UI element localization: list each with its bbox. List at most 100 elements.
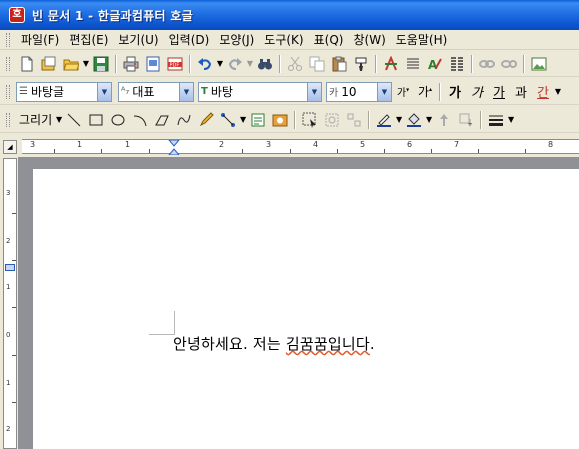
font-dropdown-button[interactable]: ▼: [307, 82, 321, 101]
font-color-dropdown-arrow[interactable]: ▼: [554, 87, 562, 96]
ellipse-tool-icon[interactable]: [107, 109, 129, 131]
language-value: 대표: [132, 85, 155, 99]
char-shape-icon[interactable]: A: [424, 53, 446, 75]
menu-tools[interactable]: 도구(K): [259, 31, 308, 49]
select-objects-icon[interactable]: [299, 109, 321, 131]
strikeout-button[interactable]: 과: [510, 82, 532, 101]
copy-icon[interactable]: [306, 53, 328, 75]
toolbar-grip[interactable]: [6, 84, 10, 99]
menu-help[interactable]: 도움말(H): [391, 31, 453, 49]
ruler-tick: [478, 149, 479, 153]
save-icon[interactable]: [90, 53, 112, 75]
vertical-ruler[interactable]: 3 2 1 0 1 2: [3, 158, 17, 449]
increase-font-size-icon[interactable]: 가▴: [414, 81, 436, 103]
columns-icon[interactable]: [446, 53, 468, 75]
style-list-icon: ☰: [19, 86, 28, 97]
document-text[interactable]: 안녕하세요. 저는 김꿈꿈입니다.: [173, 333, 375, 354]
font-size-combobox[interactable]: 카 10 ▼: [326, 81, 392, 102]
menu-edit[interactable]: 편집(E): [64, 31, 113, 49]
document-page[interactable]: 안녕하세요. 저는 김꿈꿈입니다.: [33, 169, 579, 449]
fill-color-dropdown-arrow[interactable]: ▼: [425, 115, 433, 124]
line-color-dropdown-arrow[interactable]: ▼: [395, 115, 403, 124]
ruler-tick: [525, 149, 526, 153]
link-icon[interactable]: [476, 53, 498, 75]
menu-table[interactable]: 표(Q): [309, 31, 349, 49]
truetype-font-icon: T: [201, 86, 208, 97]
menu-grip[interactable]: [6, 32, 10, 47]
bold-button[interactable]: 가: [444, 82, 466, 101]
line-style-dropdown-arrow[interactable]: ▼: [507, 115, 515, 124]
spellcheck-error-text[interactable]: 김꿈꿈입니다: [286, 335, 370, 353]
ruler-mark: 5: [360, 140, 366, 149]
draw-menu-button[interactable]: 그리기: [16, 111, 55, 128]
style-icon[interactable]: [380, 53, 402, 75]
font-color-button[interactable]: 간: [532, 82, 554, 101]
top-margin-marker[interactable]: [5, 264, 15, 271]
open-folder-icon[interactable]: [60, 53, 82, 75]
arc-tool-icon[interactable]: [129, 109, 151, 131]
toolbar-separator: [439, 82, 441, 101]
unlink-icon[interactable]: [498, 53, 520, 75]
ruler-mark: 3: [30, 140, 36, 149]
group-objects-icon[interactable]: [321, 109, 343, 131]
rectangle-tool-icon[interactable]: [85, 109, 107, 131]
polygon-tool-icon[interactable]: [151, 109, 173, 131]
cut-icon[interactable]: [284, 53, 306, 75]
find-binoculars-icon[interactable]: [254, 53, 276, 75]
textbox-tool-icon[interactable]: [247, 109, 269, 131]
ruler-tick: [242, 149, 243, 153]
paste-icon[interactable]: [328, 53, 350, 75]
toolbar-grip[interactable]: [6, 112, 10, 127]
pdf-icon[interactable]: PDF: [164, 53, 186, 75]
hwp-app-icon[interactable]: 호: [9, 7, 25, 23]
language-combobox[interactable]: ᴬ₇ 대표 ▼: [118, 81, 194, 102]
menu-insert[interactable]: 입력(D): [164, 31, 215, 49]
undo-dropdown-arrow[interactable]: ▼: [216, 59, 224, 68]
svg-text:PDF: PDF: [170, 62, 180, 68]
ruler-toggle-icon[interactable]: ◢: [3, 140, 17, 154]
pencil-tool-icon[interactable]: [195, 109, 217, 131]
bring-forward-icon[interactable]: [433, 109, 455, 131]
send-backward-icon[interactable]: [455, 109, 477, 131]
toolbar-grip[interactable]: [6, 56, 10, 71]
format-painter-icon[interactable]: [350, 53, 372, 75]
formatting-toolbar: ☰ 바탕글 ▼ ᴬ₇ 대표 ▼ T 바탕 ▼ 카 10 ▼ 가▾ 가▴ 가 가 …: [0, 79, 579, 105]
style-dropdown-button[interactable]: ▼: [97, 82, 111, 101]
indent-marker-icon[interactable]: [168, 140, 180, 155]
horizontal-ruler[interactable]: 3 1 1 2 3 4 5 6 7 8: [22, 139, 579, 155]
font-combobox[interactable]: T 바탕 ▼: [198, 81, 322, 102]
font-size-dropdown-button[interactable]: ▼: [377, 82, 391, 101]
decrease-font-size-icon[interactable]: 가▾: [392, 81, 414, 103]
line-color-icon[interactable]: [373, 109, 395, 131]
new-document-icon[interactable]: [16, 53, 38, 75]
paragraph-shape-icon[interactable]: [402, 53, 424, 75]
font-size-icon: 카: [329, 88, 339, 99]
draw-menu-dropdown-arrow[interactable]: ▼: [55, 115, 63, 124]
ungroup-objects-icon[interactable]: [343, 109, 365, 131]
connector-dropdown-arrow[interactable]: ▼: [239, 115, 247, 124]
line-style-icon[interactable]: [485, 109, 507, 131]
menu-view[interactable]: 보기(U): [113, 31, 163, 49]
gallery-tool-icon[interactable]: [269, 109, 291, 131]
vruler-tick: [12, 355, 16, 356]
underline-button[interactable]: 가: [488, 82, 510, 101]
image-insert-icon[interactable]: [528, 53, 550, 75]
menu-window[interactable]: 창(W): [348, 31, 390, 49]
template-icon[interactable]: [38, 53, 60, 75]
redo-icon[interactable]: [224, 53, 246, 75]
language-dropdown-button[interactable]: ▼: [179, 82, 193, 101]
open-dropdown-arrow[interactable]: ▼: [82, 59, 90, 68]
redo-dropdown-arrow[interactable]: ▼: [246, 59, 254, 68]
print-icon[interactable]: [120, 53, 142, 75]
curve-tool-icon[interactable]: [173, 109, 195, 131]
ruler-tick: [101, 149, 102, 153]
connector-tool-icon[interactable]: [217, 109, 239, 131]
menu-format[interactable]: 모양(J): [214, 31, 259, 49]
italic-button[interactable]: 가: [466, 82, 488, 101]
print-preview-icon[interactable]: [142, 53, 164, 75]
line-tool-icon[interactable]: [63, 109, 85, 131]
style-combobox[interactable]: ☰ 바탕글 ▼: [16, 81, 112, 102]
fill-color-icon[interactable]: [403, 109, 425, 131]
menu-file[interactable]: 파일(F): [16, 31, 64, 49]
undo-icon[interactable]: [194, 53, 216, 75]
